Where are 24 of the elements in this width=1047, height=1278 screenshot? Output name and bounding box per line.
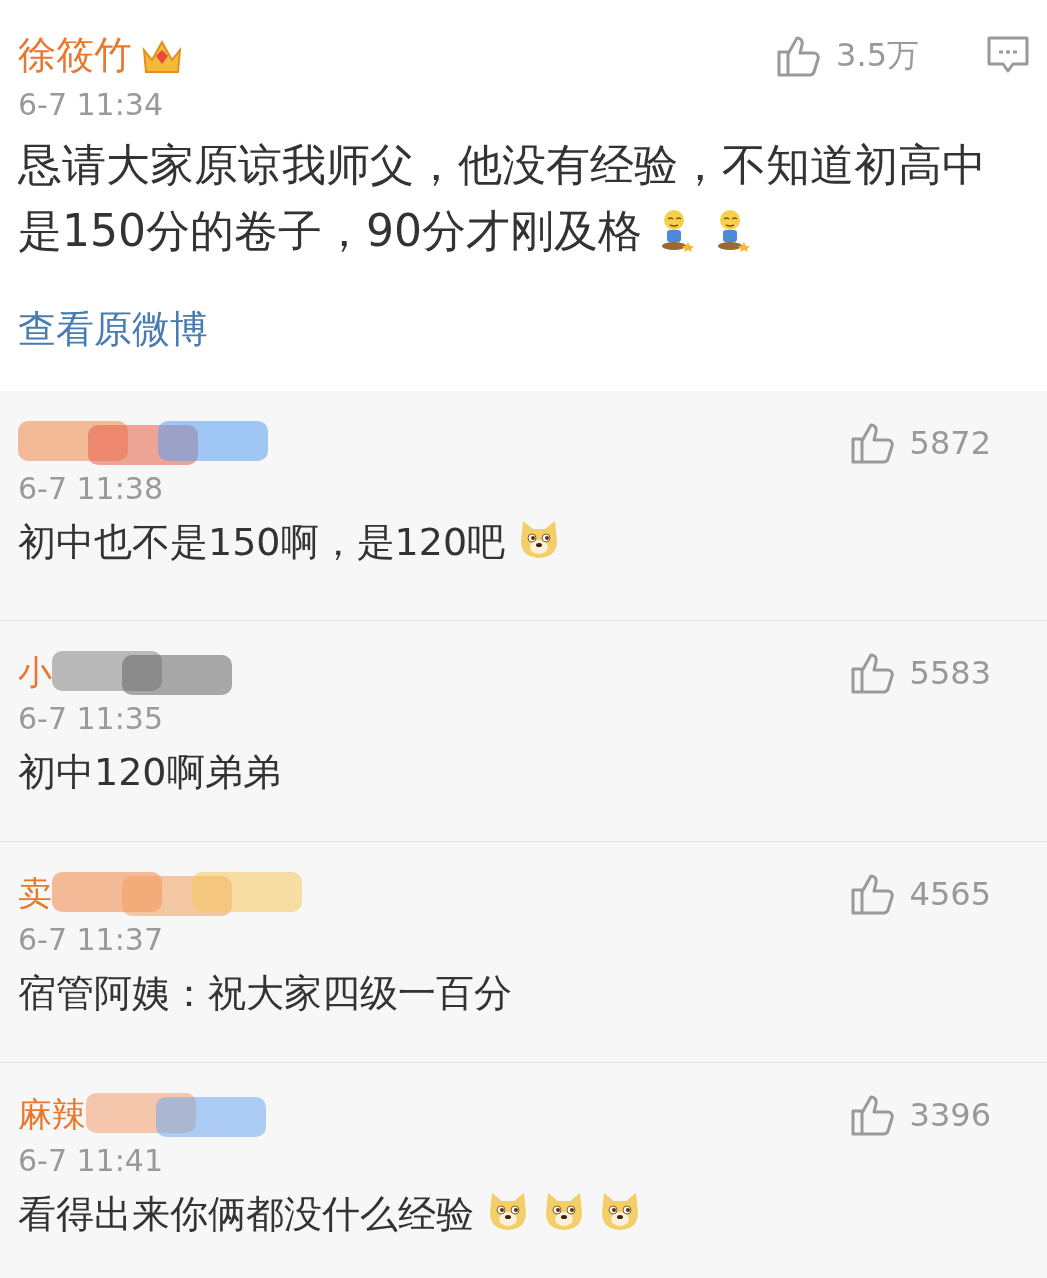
thumbs-up-icon[interactable] (849, 1093, 896, 1137)
thumbs-up-icon[interactable] (849, 421, 896, 465)
view-original-link[interactable]: 查看原微博 (18, 304, 208, 355)
comment-text: 初中也不是150啊，是120吧 (18, 514, 998, 571)
like-count: 3.5万 (836, 34, 919, 76)
like-count: 5872 (909, 424, 991, 462)
comment-text: 恳请大家原谅我师父，他没有经验，不知道初高中是150分的卷子，90分才刚及格 (18, 138, 987, 258)
commenter-name[interactable]: 麻辣 (18, 1092, 86, 1138)
comment-time: 6-7 11:37 (18, 922, 164, 957)
thumbs-up-icon[interactable] (849, 872, 896, 916)
like-count: 3396 (909, 1096, 991, 1134)
comment-text: 宿管阿姨：祝大家四级一百分 (18, 970, 513, 1017)
author-name[interactable]: 徐筱竹 (18, 30, 132, 81)
comment-time: 6-7 11:35 (18, 701, 164, 736)
commenter-name[interactable]: 小 (18, 650, 52, 696)
comment-time: 6-7 11:41 (18, 1143, 164, 1178)
thumbs-up-icon[interactable] (849, 651, 896, 695)
comment-text: 初中120啊弟弟 (18, 749, 282, 796)
post-time: 6-7 11:34 (18, 87, 164, 122)
like-count: 4565 (909, 875, 991, 913)
comment-text: 看得出来你俩都没什么经验 (18, 1186, 998, 1243)
commenter-name[interactable]: 卖 (18, 871, 52, 917)
comment-time: 6-7 11:38 (18, 471, 164, 506)
like-count: 5583 (909, 654, 991, 692)
